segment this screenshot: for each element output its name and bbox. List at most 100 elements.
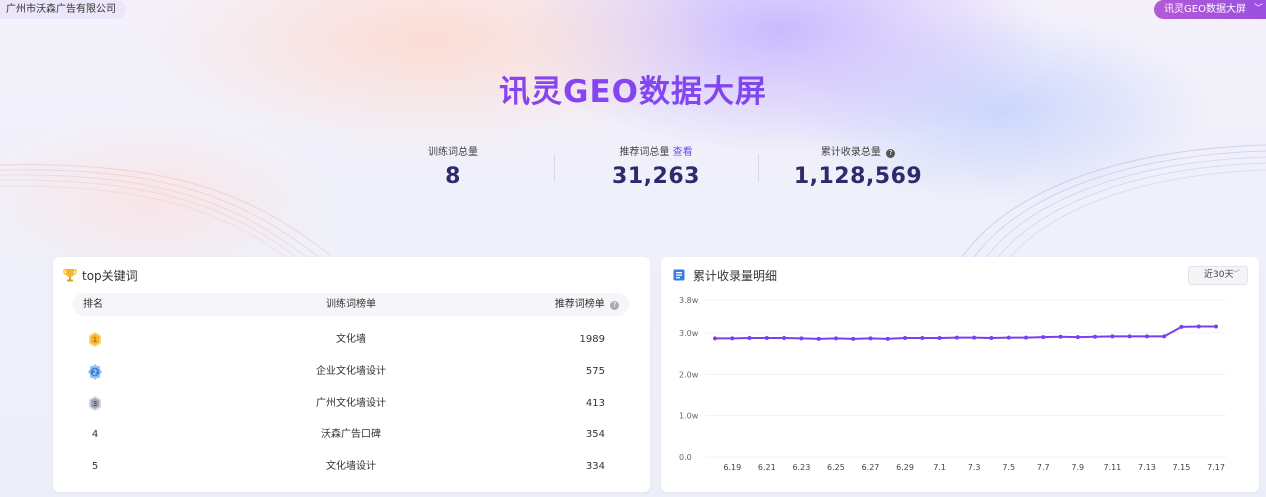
data-point [1110,334,1115,339]
data-screen-button[interactable]: 讯灵GEO数据大屏 ﹀ [1154,0,1266,19]
data-point [1179,324,1184,329]
x-tick-label: 7.3 [968,463,981,472]
stats-bar: 训练词总量 8 推荐词总量 查看 31,263 累计收录总量 ? 1,128,5… [0,146,1266,190]
data-point [1075,335,1080,340]
x-tick-label: 7.11 [1103,463,1121,472]
x-tick-label: 7.9 [1071,463,1084,472]
table-row[interactable]: 1 文化墙 1989 [73,330,629,350]
table-row[interactable]: 2 企业文化墙设计 575 [73,362,629,382]
stat-recommend-words: 推荐词总量 查看 31,263 [586,146,726,190]
data-point [747,336,752,341]
table-header: 排名 训练词榜单 推荐词榜单 ? [73,293,629,316]
y-tick-label: 1.0w [679,412,699,421]
x-tick-label: 6.21 [758,463,776,472]
count-cell: 413 [585,398,605,409]
count-cell: 334 [585,461,605,472]
help-icon[interactable]: ? [610,301,619,310]
trophy-icon [63,269,77,282]
x-tick-label: 6.29 [896,463,914,472]
x-tick-label: 6.19 [723,463,741,472]
x-tick-label: 7.15 [1173,463,1191,472]
data-point [1127,334,1132,339]
x-tick-label: 7.17 [1207,463,1225,472]
column-training-words: 训练词榜单 [326,299,376,310]
table-row[interactable]: 4 沃森广告口碑 354 [73,425,629,445]
data-point [1041,335,1046,340]
date-range-value: 近30天 [1204,270,1234,280]
card-title: 累计收录量明细 [693,268,778,283]
data-point [816,336,821,341]
book-icon [673,269,685,281]
data-point [920,336,925,341]
chevron-down-icon: ﹀ [1253,4,1263,14]
x-tick-label: 7.13 [1138,463,1156,472]
data-point [885,336,890,341]
data-point [799,336,804,341]
keyword-cell: 广州文化墙设计 [316,398,386,409]
data-point [937,336,942,341]
data-point [1006,335,1011,340]
table-row[interactable]: 3 广州文化墙设计 413 [73,394,629,414]
keyword-cell: 企业文化墙设计 [316,366,386,377]
stat-divider [554,154,555,182]
x-tick-label: 7.1 [933,463,946,472]
x-tick-label: 6.27 [862,463,880,472]
data-point [713,336,717,341]
data-point [1214,324,1218,329]
background-waves [0,144,1266,260]
stat-label: 训练词总量 [428,147,478,158]
data-point [989,336,994,341]
stat-divider [758,154,759,182]
view-link[interactable]: 查看 [673,147,693,158]
accumulated-card: 0.0 1.0w 2.0w 3.0w 3.8w 6.19 6.21 6.23 6.25 6.27 6… [661,257,1259,492]
count-cell: 575 [585,366,605,377]
card-header: 累计收录量明细 [671,267,777,283]
column-recommend-label: 推荐词榜单 [554,299,605,310]
top-keywords-card: top关键词 排名 训练词榜单 推荐词榜单 ? 1 文化墙 1989 2 企业文… [53,257,650,492]
stat-value: 1,128,569 [793,164,923,189]
stat-label: 推荐词总量 查看 [586,146,726,160]
x-tick-label: 6.25 [827,463,845,472]
stat-label-text: 推荐词总量 [619,147,670,158]
x-tick-label: 7.5 [1002,463,1015,472]
data-point [1196,324,1201,329]
stat-value: 8 [445,164,461,189]
keyword-cell: 沃森广告口碑 [321,429,381,440]
data-point [764,336,769,341]
data-point [782,336,787,341]
data-point [868,336,873,341]
stat-label: 累计收录总量 ? [788,146,928,160]
data-point [1162,334,1167,339]
page-title: 讯灵GEO数据大屏 [0,66,1266,111]
card-title: top关键词 [82,268,138,283]
count-cell: 1989 [579,334,605,345]
data-point [1144,334,1149,339]
stat-accumulated: 累计收录总量 ? 1,128,569 [788,146,928,190]
data-point [1093,334,1098,339]
stat-value: 31,263 [612,164,700,189]
company-badge: 广州市沃森广告有限公司 [0,0,126,19]
data-point [730,336,735,341]
table-row[interactable]: 5 文化墙设计 334 [73,457,629,477]
column-recommend-words: 推荐词榜单 ? [555,293,619,316]
accumulated-line-chart: 0.0 1.0w 2.0w 3.0w 3.8w 6.19 6.21 6.23 6.25 6.27 6… [679,296,1226,472]
x-tick-label: 7.7 [1037,463,1050,472]
keyword-cell: 文化墙 [336,334,366,345]
chevron-down-icon: ﹀ [1230,270,1240,280]
keyword-cell: 文化墙设计 [326,461,376,472]
card-header: top关键词 [63,267,138,283]
count-cell: 354 [585,429,605,440]
x-tick-label: 6.23 [792,463,810,472]
date-range-select[interactable]: 近30天 ﹀ [1188,266,1248,285]
data-point [833,336,838,341]
y-tick-label: 3.8w [679,296,699,305]
stat-label-text: 累计收录总量 [820,147,881,158]
y-tick-label: 0.0 [679,453,692,462]
data-point [954,335,959,340]
data-point [903,336,908,341]
data-point [1023,335,1028,340]
y-tick-label: 2.0w [679,370,699,379]
help-icon[interactable]: ? [886,149,896,158]
y-tick-label: 3.0w [679,329,699,338]
data-point [851,336,856,341]
